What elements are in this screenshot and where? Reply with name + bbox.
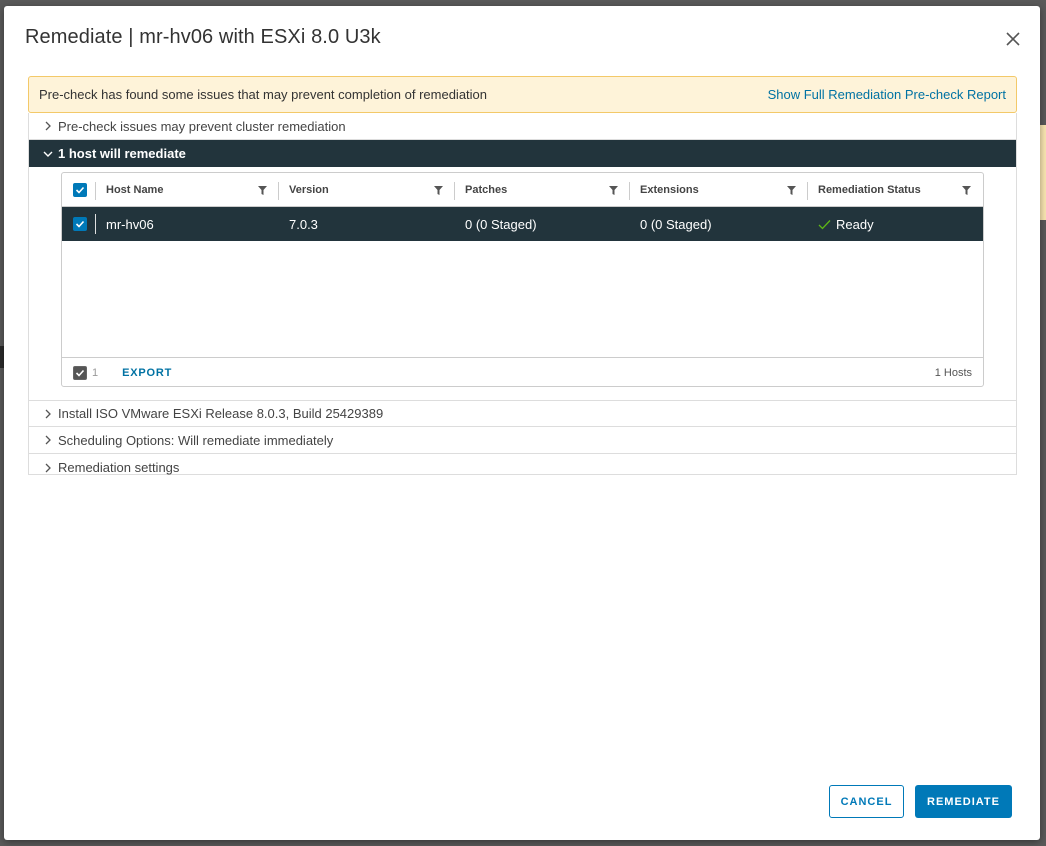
filter-icon[interactable] (962, 186, 971, 195)
backdrop-alert-fragment (1040, 125, 1046, 220)
section-install[interactable]: Install ISO VMware ESXi Release 8.0.3, B… (29, 400, 1016, 427)
column-patches-label: Patches (465, 183, 508, 196)
column-extensions-label: Extensions (640, 183, 699, 196)
section-hosts-label: 1 host will remediate (58, 146, 186, 161)
alert-message: Pre-check has found some issues that may… (39, 87, 488, 102)
cancel-button[interactable]: CANCEL (829, 785, 904, 818)
cell-version: 7.0.3 (289, 216, 318, 232)
check-icon (75, 220, 85, 228)
chevron-right-icon (45, 463, 51, 472)
hosts-grid: Host Name Version Patches Extensions Rem… (61, 172, 984, 387)
column-extensions[interactable]: Extensions (630, 173, 808, 206)
footer-selection-checkbox[interactable] (73, 365, 87, 380)
row-checkbox[interactable] (73, 217, 87, 231)
chevron-right-icon (45, 435, 51, 445)
column-version-label: Version (289, 183, 329, 196)
check-icon (75, 369, 85, 377)
column-host-name-label: Host Name (106, 183, 164, 196)
precheck-alert: Pre-check has found some issues that may… (28, 76, 1017, 113)
cell-host-name: mr-hv06 (106, 216, 154, 232)
cell-extensions: 0 (0 Staged) (640, 216, 712, 232)
filter-icon[interactable] (787, 186, 796, 195)
column-status-label: Remediation Status (818, 183, 921, 196)
column-remediation-status[interactable]: Remediation Status (808, 173, 983, 206)
filter-icon[interactable] (434, 186, 443, 195)
filter-icon[interactable] (258, 186, 267, 195)
export-button[interactable]: EXPORT (122, 367, 172, 379)
remediate-modal: Remediate | mr-hv06 with ESXi 8.0 U3k Pr… (4, 6, 1040, 840)
hosts-count: 1 Hosts (934, 366, 972, 379)
row-select-cell (62, 207, 96, 241)
section-scheduling-label: Scheduling Options: Will remediate immed… (58, 432, 334, 448)
modal-title: Remediate | mr-hv06 with ESXi 8.0 U3k (25, 26, 381, 48)
close-icon[interactable] (1004, 30, 1022, 48)
section-settings-label: Remediation settings (58, 460, 180, 475)
column-version[interactable]: Version (279, 173, 455, 206)
section-settings[interactable]: Remediation settings (29, 454, 1016, 481)
section-precheck-label: Pre-check issues may prevent cluster rem… (58, 118, 346, 134)
grid-footer: 1 EXPORT 1 Hosts (62, 357, 983, 387)
cell-status: Ready (808, 207, 983, 241)
grid-header: Host Name Version Patches Extensions Rem… (62, 173, 983, 207)
column-host-name[interactable]: Host Name (96, 173, 279, 206)
chevron-right-icon (45, 409, 51, 418)
check-icon (75, 186, 85, 194)
section-install-label: Install ISO VMware ESXi Release 8.0.3, B… (58, 406, 384, 421)
select-all-column (62, 173, 96, 206)
status-badge: Ready (836, 216, 874, 232)
section-scheduling[interactable]: Scheduling Options: Will remediate immed… (29, 427, 1016, 454)
select-all-checkbox[interactable] (73, 182, 87, 197)
column-patches[interactable]: Patches (455, 173, 630, 206)
precheck-report-link[interactable]: Show Full Remediation Pre-check Report (768, 87, 1006, 102)
cell-patches: 0 (0 Staged) (465, 216, 537, 232)
chevron-down-icon (43, 151, 53, 157)
remediation-accordion: Pre-check issues may prevent cluster rem… (28, 113, 1017, 475)
checkmark-icon (818, 219, 831, 229)
section-precheck[interactable]: Pre-check issues may prevent cluster rem… (29, 113, 1016, 140)
remediate-button[interactable]: REMEDIATE (915, 785, 1012, 818)
filter-icon[interactable] (609, 186, 618, 195)
selected-count: 1 (92, 366, 99, 379)
section-hosts[interactable]: 1 host will remediate (29, 140, 1016, 167)
table-row[interactable]: mr-hv06 7.0.3 0 (0 Staged) 0 (0 Staged) … (62, 207, 983, 241)
chevron-right-icon (45, 121, 51, 131)
